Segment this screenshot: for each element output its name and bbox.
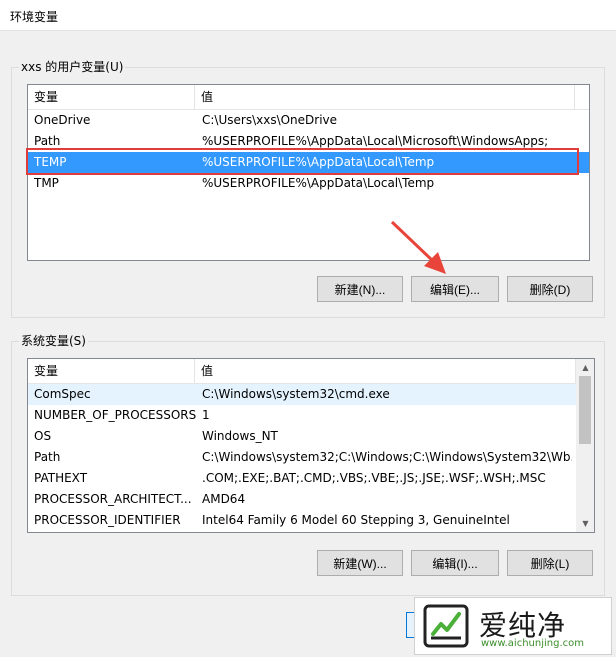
watermark-url: www.aichunjing.com [481, 638, 584, 649]
system-row-pathext[interactable]: PATHEXT .COM;.EXE;.BAT;.CMD;.VBS;.VBE;.J… [28, 468, 594, 489]
system-list-scrollbar[interactable]: ▲ ▼ [576, 359, 594, 532]
scroll-down-arrow-icon[interactable]: ▼ [577, 515, 594, 532]
system-row-comspec[interactable]: ComSpec C:\Windows\system32\cmd.exe [28, 384, 576, 405]
user-edit-button[interactable]: 编辑(E)... [411, 276, 499, 302]
variable-name: Path [34, 134, 61, 148]
variable-name: PROCESSOR_IDENTIFIER [34, 513, 181, 527]
variable-value: 1 [202, 408, 210, 422]
user-row-tmp[interactable]: TMP %USERPROFILE%\AppData\Local\Temp [28, 173, 589, 194]
variable-name: PROCESSOR_ARCHITECT... [34, 492, 192, 506]
variable-value: C:\Windows\system32\cmd.exe [202, 387, 390, 401]
variable-name: PATHEXT [34, 471, 88, 485]
system-row-number-of-processors[interactable]: NUMBER_OF_PROCESSORS 1 [28, 405, 594, 426]
variable-name: OneDrive [34, 113, 91, 127]
system-delete-button[interactable]: 删除(L) [507, 550, 593, 576]
user-row-path[interactable]: Path %USERPROFILE%\AppData\Local\Microso… [28, 131, 589, 152]
user-delete-button[interactable]: 删除(D) [507, 276, 593, 302]
user-row-temp[interactable]: TEMP %USERPROFILE%\AppData\Local\Temp [28, 152, 589, 173]
system-variables-list[interactable]: 变量 值 ComSpec C:\Windows\system32\cmd.exe… [27, 358, 595, 533]
user-new-button[interactable]: 新建(N)... [317, 276, 403, 302]
system-edit-button[interactable]: 编辑(I)... [411, 550, 499, 576]
variable-name: TEMP [34, 155, 67, 169]
user-list-header: 变量 值 [28, 85, 589, 110]
title-bar[interactable]: 环境变量 [0, 0, 616, 31]
variable-value: C:\Users\xxs\OneDrive [202, 113, 338, 127]
aichunjing-logo-icon [423, 604, 469, 648]
column-header-variable[interactable]: 变量 [28, 359, 195, 383]
variable-value: Windows_NT [202, 429, 278, 443]
user-row-onedrive[interactable]: OneDrive C:\Users\xxs\OneDrive [28, 110, 589, 131]
column-header-value[interactable]: 值 [195, 85, 575, 109]
user-variables-label: xxs 的用户变量(U) [19, 58, 126, 75]
column-header-value[interactable]: 值 [195, 359, 576, 383]
system-row-path[interactable]: Path C:\Windows\system32;C:\Windows;C:\W… [28, 447, 594, 468]
user-variables-list[interactable]: 变量 值 OneDrive C:\Users\xxs\OneDrive Path… [27, 84, 590, 261]
scroll-up-arrow-icon[interactable]: ▲ [577, 359, 594, 376]
variable-value: %USERPROFILE%\AppData\Local\Temp [202, 155, 435, 169]
system-new-button[interactable]: 新建(W)... [317, 550, 403, 576]
system-row-processor-identifier[interactable]: PROCESSOR_IDENTIFIER Intel64 Family 6 Mo… [28, 510, 594, 531]
watermark-badge: 爱纯净 www.aichunjing.com [414, 597, 612, 655]
window-title: 环境变量 [10, 10, 59, 24]
variable-value: %USERPROFILE%\AppData\Local\Temp [202, 176, 435, 190]
system-variables-label: 系统变量(S) [19, 332, 88, 349]
variable-value: C:\Windows\system32;C:\Windows;C:\Window… [202, 450, 572, 464]
variable-name: OS [34, 429, 52, 443]
column-header-variable[interactable]: 变量 [28, 85, 195, 109]
system-row-os[interactable]: OS Windows_NT [28, 426, 594, 447]
system-row-processor-architecture[interactable]: PROCESSOR_ARCHITECT... AMD64 [28, 489, 594, 510]
scrollbar-thumb[interactable] [579, 376, 591, 444]
variable-name: NUMBER_OF_PROCESSORS [34, 408, 196, 422]
variable-value: Intel64 Family 6 Model 60 Stepping 3, Ge… [202, 513, 510, 527]
variable-name: ComSpec [34, 387, 91, 401]
variable-value: %USERPROFILE%\AppData\Local\Microsoft\Wi… [202, 134, 549, 148]
variable-value: AMD64 [202, 492, 246, 506]
variable-value: .COM;.EXE;.BAT;.CMD;.VBS;.VBE;.JS;.JSE;.… [202, 471, 546, 485]
variable-name: Path [34, 450, 61, 464]
system-list-header: 变量 值 [28, 359, 594, 384]
variable-name: TMP [34, 176, 59, 190]
